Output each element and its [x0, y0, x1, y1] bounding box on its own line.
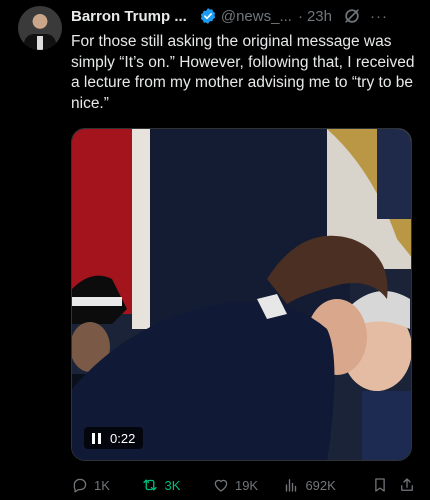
- avatar-shirt: [37, 36, 43, 50]
- views-button[interactable]: 692K: [282, 476, 370, 494]
- views-chart-icon: [286, 479, 297, 492]
- bookmark-button[interactable]: [371, 476, 398, 494]
- avatar[interactable]: [18, 6, 62, 50]
- like-button[interactable]: 19K: [212, 476, 282, 494]
- video-player[interactable]: 0:22: [71, 128, 412, 461]
- reply-icon: [73, 478, 87, 493]
- verified-badge-icon: [200, 8, 215, 24]
- pause-icon[interactable]: [92, 432, 101, 444]
- repost-icon: [143, 479, 158, 491]
- repost-button[interactable]: 3K: [141, 476, 211, 494]
- repost-count: 3K: [164, 477, 181, 493]
- display-name[interactable]: Barron Trump ...: [71, 8, 187, 25]
- view-count: 692K: [305, 477, 336, 493]
- share-icon: [401, 478, 413, 491]
- share-button[interactable]: [398, 476, 416, 494]
- video-timestamp: 0:22: [110, 430, 136, 446]
- reply-button[interactable]: 1K: [71, 476, 141, 494]
- separator-dot: ·: [297, 7, 303, 25]
- reply-count: 1K: [94, 477, 110, 493]
- action-bar: 1K 3K 19K 692K: [71, 474, 416, 496]
- grok-icon[interactable]: [342, 6, 362, 26]
- post-time[interactable]: 23h: [307, 8, 332, 25]
- tweet-header: Barron Trump ... @news_... · 23h ···: [71, 6, 418, 26]
- video-frame: [72, 129, 411, 460]
- more-options-icon[interactable]: ···: [370, 8, 388, 25]
- tweet-text: For those still asking the original mess…: [71, 33, 415, 112]
- video-time-pill[interactable]: 0:22: [84, 427, 144, 449]
- heart-icon: [214, 479, 228, 492]
- user-handle[interactable]: @news_...: [221, 8, 292, 25]
- like-count: 19K: [234, 477, 259, 493]
- bookmark-icon: [374, 478, 385, 492]
